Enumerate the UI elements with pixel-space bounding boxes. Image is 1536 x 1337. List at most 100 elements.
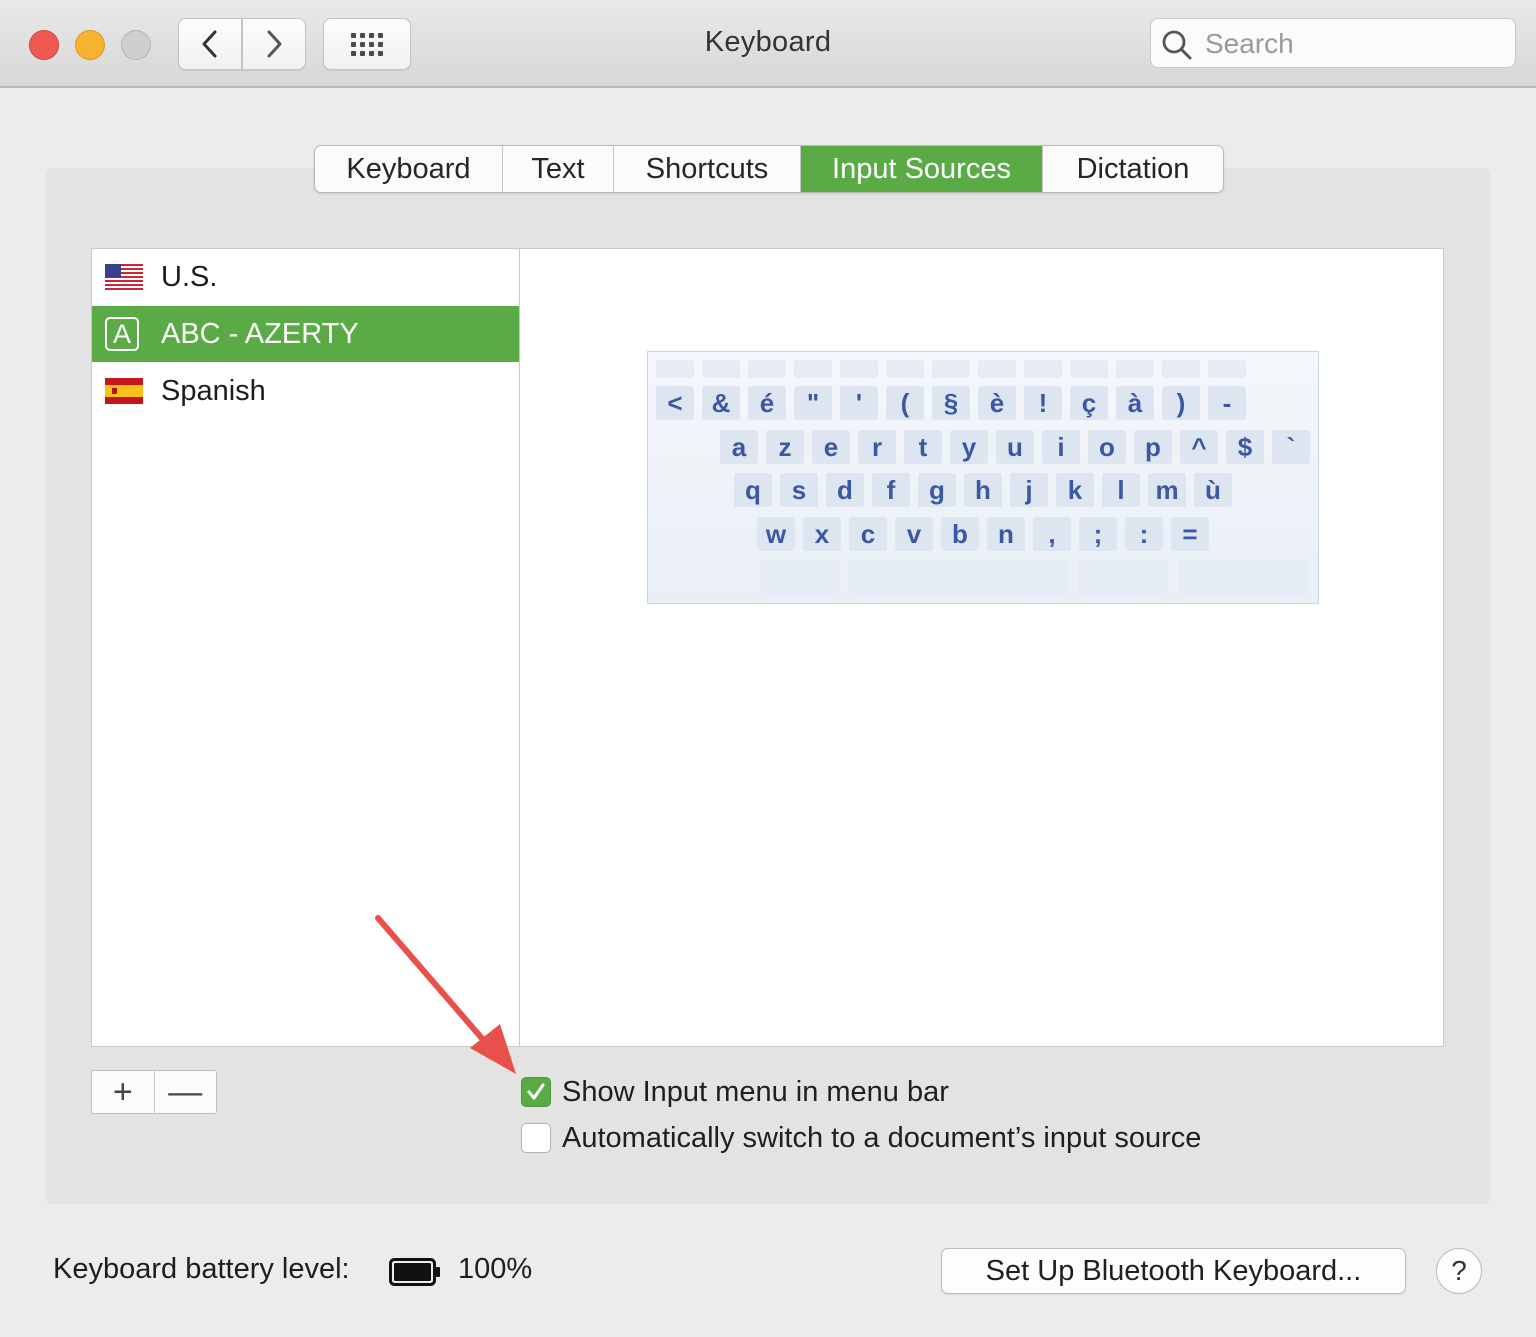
keyboard-key: ` bbox=[1272, 430, 1310, 464]
keyboard-key: ! bbox=[1024, 386, 1062, 420]
keyboard-blank-key bbox=[1070, 360, 1108, 378]
list-add-remove-control: + — bbox=[91, 1070, 217, 1114]
keyboard-key: r bbox=[858, 430, 896, 464]
keyboard-key: - bbox=[1208, 386, 1246, 420]
keyboard-key: s bbox=[780, 473, 818, 507]
keyboard-key: = bbox=[1171, 517, 1209, 551]
keyboard-key: g bbox=[918, 473, 956, 507]
keyboard-key: v bbox=[895, 517, 933, 551]
keyboard-blank-key bbox=[978, 360, 1016, 378]
keyboard-key: u bbox=[996, 430, 1034, 464]
keyboard-key: p bbox=[1134, 430, 1172, 464]
set-up-bluetooth-keyboard-button[interactable]: Set Up Bluetooth Keyboard... bbox=[941, 1248, 1406, 1294]
add-input-source-button[interactable]: + bbox=[92, 1071, 155, 1113]
keyboard-blank-key bbox=[794, 360, 832, 378]
letter-a-icon: A bbox=[105, 317, 139, 351]
keyboard-key: m bbox=[1148, 473, 1186, 507]
keyboard-key: , bbox=[1033, 517, 1071, 551]
remove-input-source-button[interactable]: — bbox=[155, 1071, 217, 1113]
checkmark-icon bbox=[527, 1083, 545, 1100]
spain-flag-icon bbox=[105, 378, 143, 404]
keyboard-key: § bbox=[932, 386, 970, 420]
keyboard-blank-key bbox=[1162, 360, 1200, 378]
keyboard-blank-key bbox=[1024, 360, 1062, 378]
input-source-label: Spanish bbox=[161, 374, 266, 407]
keyboard-key: ç bbox=[1070, 386, 1108, 420]
keyboard-key: x bbox=[803, 517, 841, 551]
keyboard-key: < bbox=[656, 386, 694, 420]
input-source-abc-azerty[interactable]: A ABC - AZERTY bbox=[92, 306, 519, 362]
search-field[interactable]: Search bbox=[1150, 18, 1516, 68]
title-bar: Keyboard Search bbox=[0, 0, 1536, 88]
battery-level-value: 100% bbox=[458, 1253, 533, 1285]
tab-input-sources[interactable]: Input Sources bbox=[801, 146, 1043, 192]
keyboard-key: l bbox=[1102, 473, 1140, 507]
keyboard-blank-key bbox=[656, 360, 694, 378]
keyboard-key: n bbox=[987, 517, 1025, 551]
keyboard-key: i bbox=[1042, 430, 1080, 464]
search-icon bbox=[1162, 30, 1192, 60]
keyboard-key: & bbox=[702, 386, 740, 420]
keyboard-key: j bbox=[1010, 473, 1048, 507]
tab-dictation[interactable]: Dictation bbox=[1043, 146, 1223, 192]
keyboard-blank-key bbox=[1208, 360, 1246, 378]
keyboard-key: e bbox=[812, 430, 850, 464]
keyboard-key: $ bbox=[1226, 430, 1264, 464]
keyboard-key: ^ bbox=[1180, 430, 1218, 464]
show-input-menu-option[interactable]: Show Input menu in menu bar bbox=[521, 1075, 949, 1109]
keyboard-key: à bbox=[1116, 386, 1154, 420]
tab-bar: Keyboard Text Shortcuts Input Sources Di… bbox=[314, 145, 1224, 193]
auto-switch-label: Automatically switch to a document’s inp… bbox=[562, 1121, 1202, 1154]
keyboard-key: b bbox=[941, 517, 979, 551]
keyboard-blank-key bbox=[932, 360, 970, 378]
battery-icon bbox=[389, 1258, 440, 1286]
show-input-menu-checkbox[interactable] bbox=[521, 1077, 551, 1107]
keyboard-key: ' bbox=[840, 386, 878, 420]
keyboard-blank-key bbox=[748, 360, 786, 378]
tab-text[interactable]: Text bbox=[503, 146, 614, 192]
battery-level-label: Keyboard battery level: bbox=[53, 1253, 350, 1285]
keyboard-key: t bbox=[904, 430, 942, 464]
keyboard-key: ; bbox=[1079, 517, 1117, 551]
auto-switch-option[interactable]: Automatically switch to a document’s inp… bbox=[521, 1121, 1201, 1155]
us-flag-icon bbox=[105, 264, 143, 290]
keyboard-key: c bbox=[849, 517, 887, 551]
keyboard-key: h bbox=[964, 473, 1002, 507]
tab-shortcuts[interactable]: Shortcuts bbox=[614, 146, 801, 192]
keyboard-key: : bbox=[1125, 517, 1163, 551]
search-placeholder: Search bbox=[1205, 28, 1294, 59]
keyboard-blank-key bbox=[760, 560, 840, 594]
keyboard-key: z bbox=[766, 430, 804, 464]
keyboard-key: ) bbox=[1162, 386, 1200, 420]
keyboard-key: q bbox=[734, 473, 772, 507]
keyboard-layout-preview: < & é " '(§ è! ç à) - a z e r t y u i o p ^ $ ` q s d f g h j k l m ù w x c… bbox=[647, 351, 1319, 604]
help-button[interactable]: ? bbox=[1436, 1248, 1482, 1294]
input-source-us[interactable]: U.S. bbox=[92, 249, 519, 305]
keyboard-key: ( bbox=[886, 386, 924, 420]
keyboard-blank-key bbox=[702, 360, 740, 378]
keyboard-key: f bbox=[872, 473, 910, 507]
keyboard-blank-key bbox=[1178, 560, 1308, 594]
keyboard-blank-key bbox=[1116, 360, 1154, 378]
keyboard-key: ù bbox=[1194, 473, 1232, 507]
keyboard-blank-key bbox=[1078, 560, 1168, 594]
keyboard-key: k bbox=[1056, 473, 1094, 507]
show-input-menu-label: Show Input menu in menu bar bbox=[562, 1075, 949, 1108]
input-source-label: ABC - AZERTY bbox=[161, 317, 359, 350]
auto-switch-checkbox[interactable] bbox=[521, 1123, 551, 1153]
tab-keyboard[interactable]: Keyboard bbox=[315, 146, 503, 192]
keyboard-blank-key bbox=[848, 560, 1068, 594]
keyboard-key: w bbox=[757, 517, 795, 551]
input-source-list: U.S. A ABC - AZERTY Spanish bbox=[91, 248, 520, 1047]
input-source-label: U.S. bbox=[161, 260, 218, 293]
keyboard-key: o bbox=[1088, 430, 1126, 464]
keyboard-blank-key bbox=[840, 360, 878, 378]
keyboard-key: è bbox=[978, 386, 1016, 420]
input-source-spanish[interactable]: Spanish bbox=[92, 363, 519, 419]
keyboard-key: " bbox=[794, 386, 832, 420]
keyboard-key: é bbox=[748, 386, 786, 420]
keyboard-key: a bbox=[720, 430, 758, 464]
keyboard-key: d bbox=[826, 473, 864, 507]
keyboard-key: y bbox=[950, 430, 988, 464]
keyboard-blank-key bbox=[886, 360, 924, 378]
